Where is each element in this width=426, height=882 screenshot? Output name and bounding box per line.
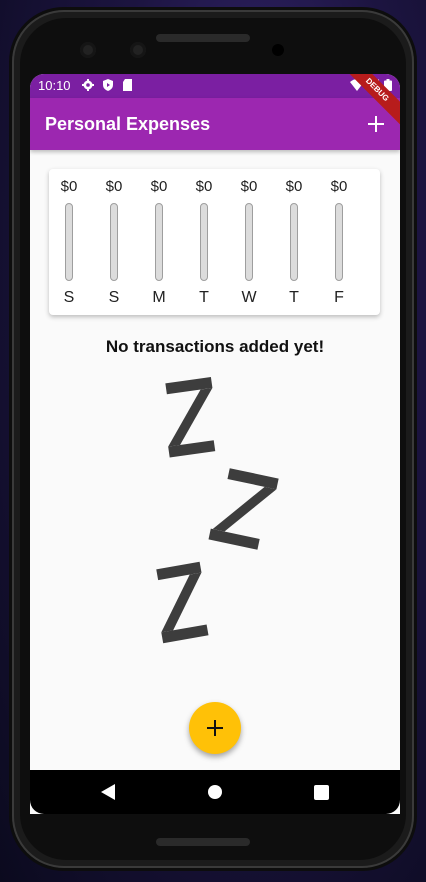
bar-track: [155, 203, 163, 281]
bar-day-label: M: [152, 289, 166, 306]
bar-track: [110, 203, 118, 281]
bar-track: [65, 203, 73, 281]
chart-bar-4: $0 W: [234, 169, 264, 315]
bar-track: [290, 203, 298, 281]
add-transaction-fab[interactable]: [189, 702, 241, 754]
recents-icon: [313, 784, 329, 800]
nav-home-button[interactable]: [205, 782, 225, 802]
zzz-sleeping-icon: [156, 377, 279, 644]
bar-day-label: T: [199, 289, 209, 306]
status-bar: 10:10: [30, 74, 400, 98]
settings-icon: [82, 79, 94, 91]
bar-amount: $0: [285, 178, 303, 195]
back-icon: [101, 784, 115, 800]
bar-track: [335, 203, 343, 281]
bar-track: [245, 203, 253, 281]
plus-icon: [207, 720, 223, 736]
bar-day-label: S: [108, 289, 120, 306]
plus-icon: [368, 116, 384, 132]
bar-amount: $0: [105, 178, 123, 195]
front-sensor-icon: [130, 42, 146, 58]
nav-recents-button[interactable]: [311, 782, 331, 802]
earpiece-speaker: [156, 34, 250, 42]
chart-bar-6: $0 F: [324, 169, 354, 315]
shield-icon: [103, 79, 113, 91]
nav-back-button[interactable]: [98, 782, 118, 802]
bar-day-label: F: [334, 289, 344, 306]
home-icon: [208, 785, 222, 799]
app-screen: 10:10 Personal Expenses DEBUG $0 S $0 S …: [30, 74, 400, 814]
bar-amount: $0: [195, 178, 213, 195]
proximity-sensor-icon: [272, 44, 284, 56]
add-transaction-button[interactable]: [362, 110, 390, 138]
app-bar: Personal Expenses: [30, 98, 400, 150]
chart-bar-0: $0 S: [54, 169, 84, 315]
system-nav-bar: [30, 770, 400, 814]
chart-bar-2: $0 M: [144, 169, 174, 315]
bar-amount: $0: [150, 178, 168, 195]
bottom-speaker: [156, 838, 250, 846]
status-time: 10:10: [38, 78, 71, 93]
bar-track: [200, 203, 208, 281]
bar-day-label: W: [241, 289, 257, 306]
bar-day-label: T: [289, 289, 299, 306]
bar-day-label: S: [63, 289, 75, 306]
empty-state-message: No transactions added yet!: [105, 337, 325, 356]
app-title: Personal Expenses: [45, 114, 211, 134]
weekly-chart-card: $0 S $0 S $0 M $0 T $0 W $0 T $0 F: [49, 169, 380, 315]
chart-bar-5: $0 T: [279, 169, 309, 315]
bar-amount: $0: [60, 178, 78, 195]
chart-bar-1: $0 S: [99, 169, 129, 315]
bar-amount: $0: [330, 178, 348, 195]
front-camera-icon: [80, 42, 96, 58]
bar-amount: $0: [240, 178, 258, 195]
sd-card-icon: [123, 79, 132, 91]
chart-bar-3: $0 T: [189, 169, 219, 315]
